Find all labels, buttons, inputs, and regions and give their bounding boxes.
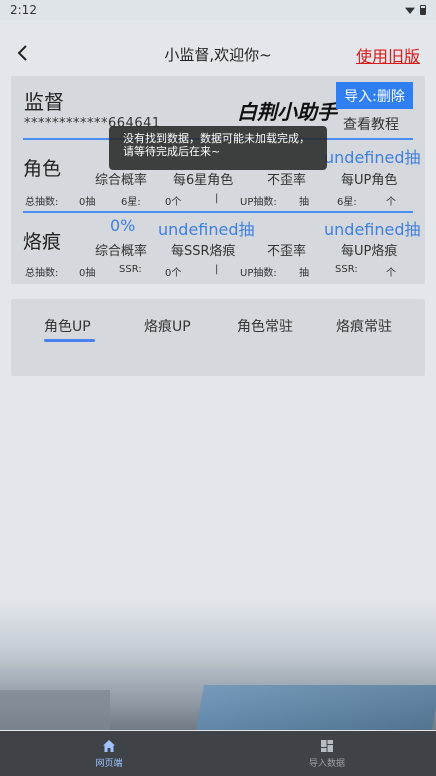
status-time: 2:12 [10, 3, 37, 17]
character-six-value: 0个 [165, 197, 182, 208]
background-art-shape [196, 685, 436, 730]
imprint-per-ssr-value: undefined抽 [158, 220, 255, 239]
imprint-ssr-value: 0个 [165, 268, 182, 279]
imprint-ssr-label: SSR: [119, 264, 142, 275]
imprint-up-value: 抽 [299, 268, 309, 279]
imprint-overall-pct: 0% [110, 216, 136, 235]
status-bar: 2:12 [0, 0, 436, 20]
imprint-col-no-lose: 不歪率 [267, 244, 307, 259]
old-version-link[interactable]: 使用旧版 [356, 43, 420, 67]
imprint-label: 烙痕 [23, 231, 62, 253]
imprint-total-value: 0抽 [79, 268, 96, 279]
nav-item-web[interactable]: 网页端 [0, 731, 218, 776]
pool-tabs: 角色UP 烙痕UP 角色常驻 烙痕常驻 [11, 299, 425, 376]
character-label: 角色 [23, 158, 62, 180]
imprint-ssr-value-2: 个 [386, 268, 396, 279]
wifi-icon [405, 7, 415, 14]
imprint-per-up-value: undefined抽 [324, 220, 421, 239]
character-six-label: 6星: [121, 197, 141, 208]
imprint-col-per-up: 每UP烙痕 [341, 244, 398, 259]
imprint-total-label: 总抽数: [25, 268, 59, 279]
status-icons [405, 5, 426, 15]
character-col-per-up: 每UP角色 [341, 173, 398, 188]
character-up-value: 抽 [299, 197, 309, 208]
page-title: 小监督,欢迎你~ [164, 45, 272, 64]
imprint-col-overall: 综合概率 [95, 244, 148, 259]
character-six-label-2: 6星: [337, 197, 357, 208]
no-data-toast: 没有找到数据，数据可能未加载完成，请等待完成后在来~ [109, 126, 327, 170]
tab-imprint-up[interactable]: 烙痕UP [144, 316, 191, 336]
active-tab-indicator [44, 339, 95, 342]
row-separator: | [215, 264, 219, 275]
back-button[interactable] [10, 40, 36, 66]
tutorial-button[interactable]: 查看教程 [343, 114, 399, 134]
background-art-shape [0, 690, 110, 730]
grid-icon [321, 739, 333, 752]
battery-icon [420, 5, 426, 15]
import-delete-button[interactable]: 导入:删除 [336, 82, 413, 109]
stats-card: 监督 ************664641 白荆小助手 导入:删除 查看教程 角… [11, 76, 425, 284]
character-total-label: 总抽数: [25, 197, 59, 208]
character-total-value: 0抽 [79, 197, 96, 208]
bottom-nav: 网页端 导入数据 [0, 731, 436, 776]
nav-label-import: 导入数据 [308, 758, 345, 769]
divider [23, 211, 413, 213]
character-six-value-2: 个 [386, 197, 396, 208]
character-col-per-six: 每6星角色 [173, 173, 234, 188]
chevron-left-icon [17, 45, 27, 61]
tab-character-standard[interactable]: 角色常驻 [237, 316, 293, 336]
nav-item-import[interactable]: 导入数据 [218, 731, 436, 776]
imprint-ssr-label-2: SSR: [335, 264, 358, 275]
imprint-up-label: UP抽数: [240, 268, 277, 279]
app-header: 小监督,欢迎你~ 使用旧版 [0, 34, 436, 74]
account-title: 监督 [24, 90, 64, 114]
tab-imprint-standard[interactable]: 烙痕常驻 [336, 316, 392, 336]
character-col-overall: 综合概率 [95, 173, 148, 188]
character-per-up-value: undefined抽 [324, 148, 421, 167]
character-up-label: UP抽数: [240, 197, 277, 208]
nav-label-web: 网页端 [95, 758, 123, 769]
tab-character-up[interactable]: 角色UP [44, 316, 91, 336]
home-icon [103, 739, 115, 752]
row-separator: | [215, 193, 219, 204]
app-logo: 白荆小助手 [237, 100, 337, 124]
character-col-no-lose: 不歪率 [267, 173, 307, 188]
imprint-col-per-ssr: 每SSR烙痕 [171, 244, 236, 259]
